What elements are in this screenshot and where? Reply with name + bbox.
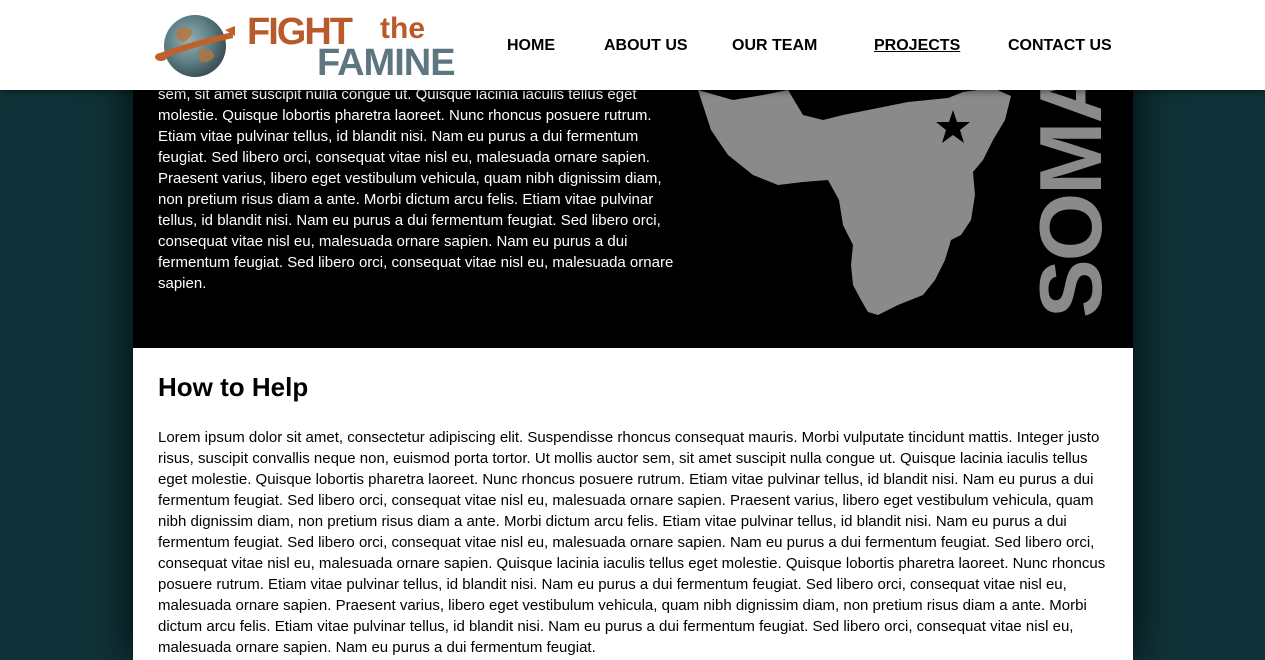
how-to-help-section: How to Help Lorem ipsum dolor sit amet, … xyxy=(133,348,1133,660)
nav-contact-us[interactable]: CONTACT US xyxy=(1008,36,1112,56)
hero-text: sem, sit amet suscipit nulla congue ut. … xyxy=(158,86,674,292)
africa-map-icon xyxy=(698,88,1011,315)
nav-about-us[interactable]: ABOUT US xyxy=(604,36,688,56)
section-heading: How to Help xyxy=(158,372,309,402)
site-header: FIGHT the FAMINE HOME ABOUT US OUR TEAM … xyxy=(0,0,1265,90)
section-body: Lorem ipsum dolor sit amet, consectetur … xyxy=(158,429,1106,656)
country-label: SOMA xyxy=(1021,62,1120,318)
globe-with-cutlery-icon xyxy=(155,15,235,77)
nav-projects[interactable]: PROJECTS xyxy=(874,36,960,56)
logo-text-famine: FAMINE xyxy=(317,42,456,84)
nav-home[interactable]: HOME xyxy=(507,36,555,56)
site-logo[interactable]: FIGHT the FAMINE xyxy=(155,8,460,84)
nav-our-team[interactable]: OUR TEAM xyxy=(732,36,817,56)
logo-text-the: the xyxy=(380,12,425,45)
page-container: sem, sit amet suscipit nulla congue ut. … xyxy=(133,0,1133,660)
